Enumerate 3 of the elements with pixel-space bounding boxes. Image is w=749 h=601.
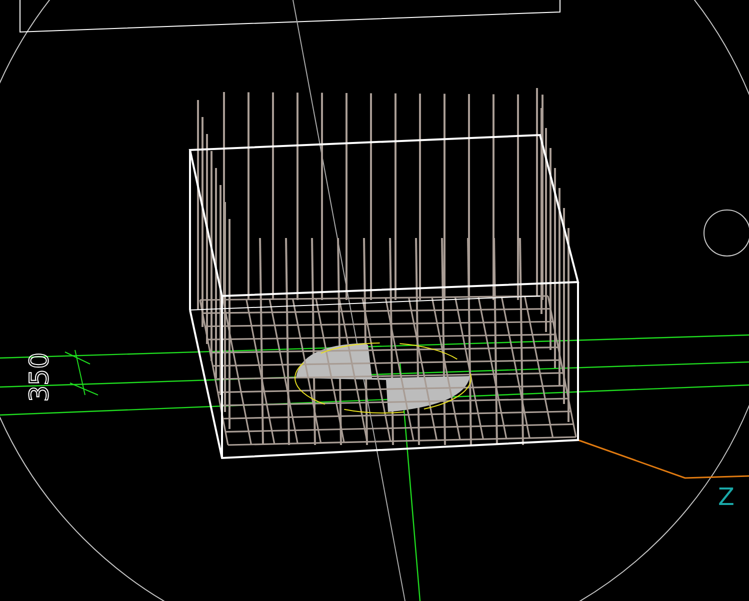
dimension-text: 350 (25, 352, 55, 402)
dimension-ticks-drawing (64, 350, 98, 396)
axis-label: Z (718, 483, 734, 511)
